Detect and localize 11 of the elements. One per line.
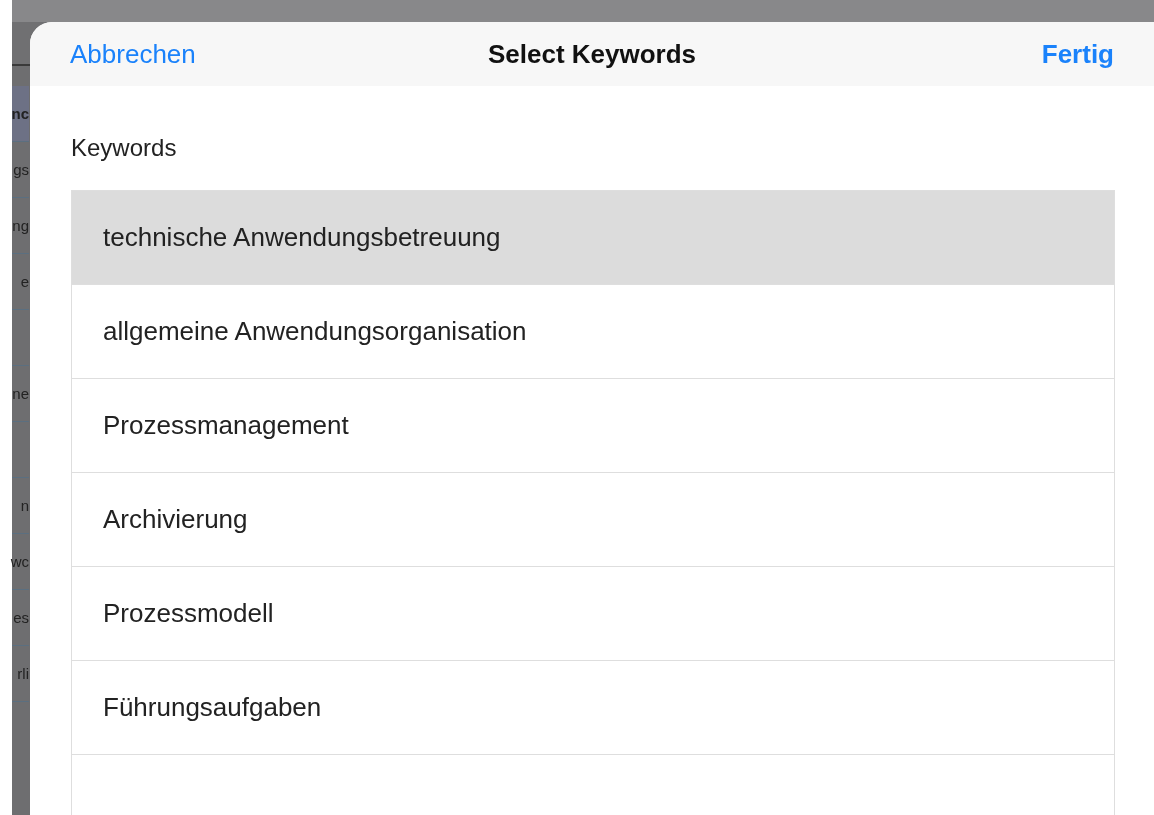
background-row-text: rli <box>17 665 29 682</box>
background-row-text: nc <box>11 105 29 122</box>
sheet-title: Select Keywords <box>487 38 697 70</box>
background-row-text: gs <box>13 161 29 178</box>
background-row-text: n <box>20 497 29 514</box>
background-row-text: e <box>20 273 29 290</box>
background-row-text: es <box>13 609 29 626</box>
section-label: Keywords <box>71 134 178 162</box>
background-row-text: ne <box>12 385 29 402</box>
keyword-row[interactable]: technische Anwendungsbetreuung <box>72 191 1114 285</box>
background-row-text: ng <box>12 217 29 234</box>
